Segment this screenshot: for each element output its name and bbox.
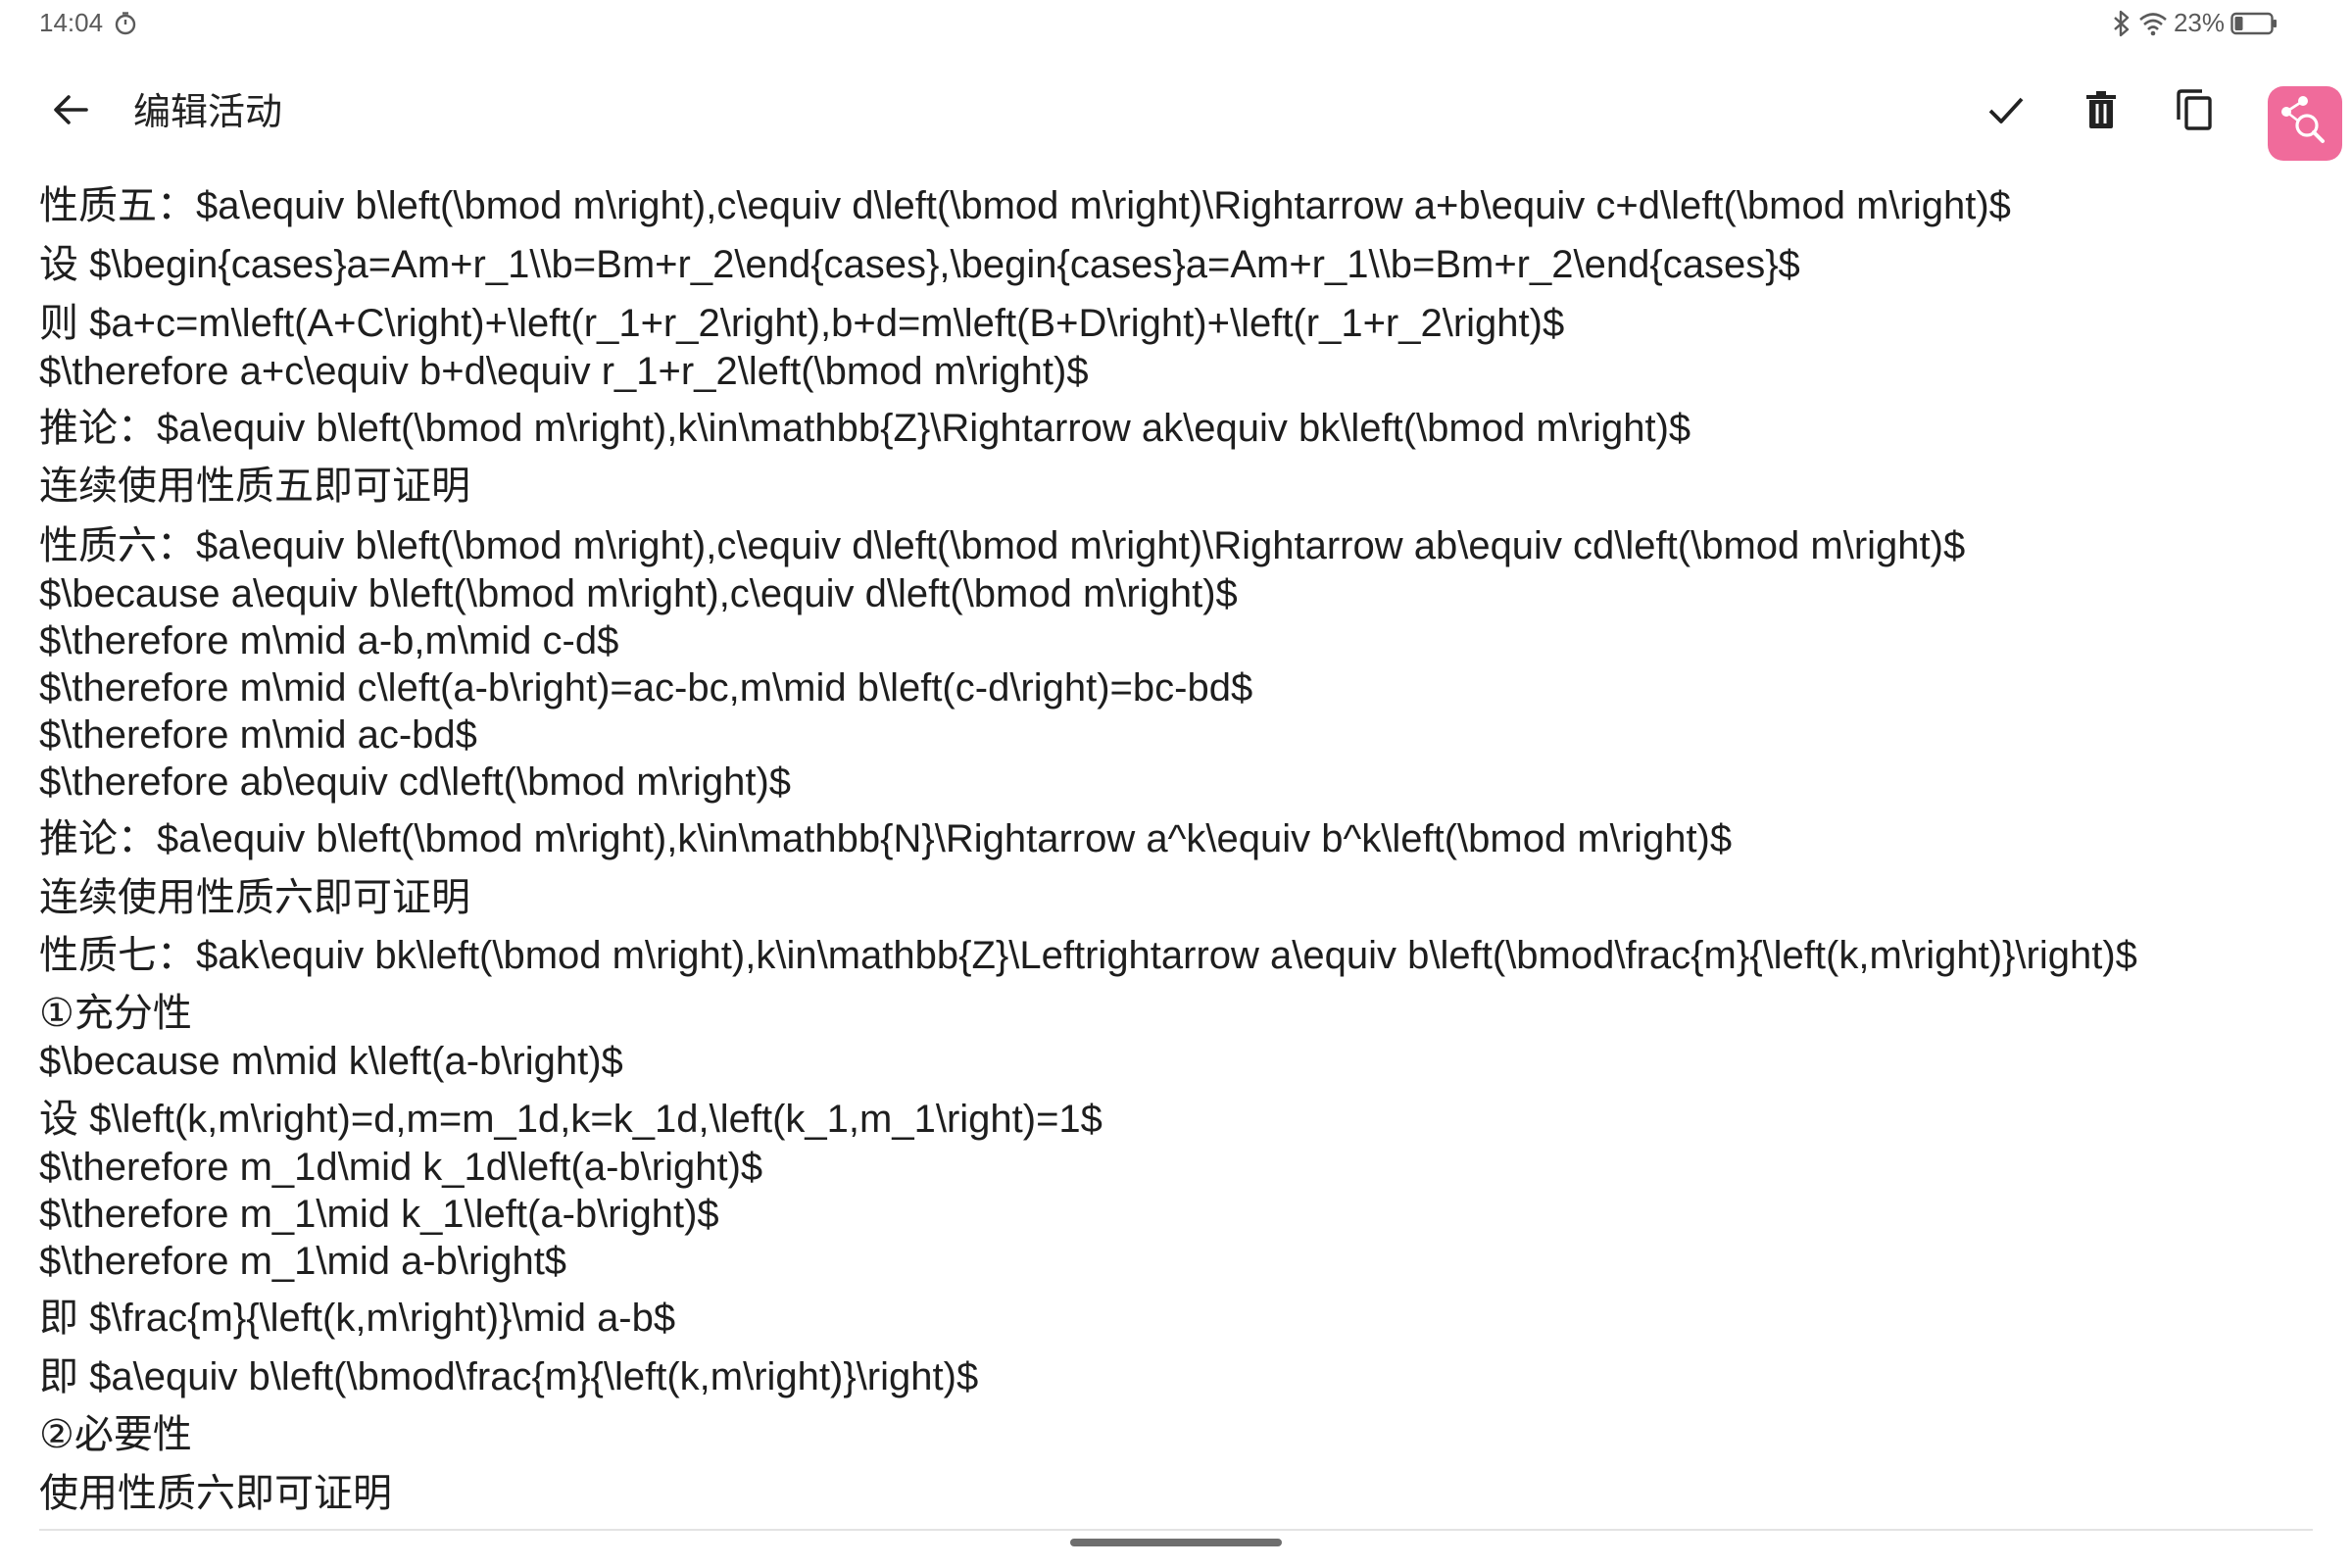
editor-line[interactable]: $\therefore m\mid c\left(a-b\right)=ac-b…	[39, 664, 1252, 711]
check-icon	[1986, 90, 2026, 133]
share-search-button[interactable]	[2268, 86, 2342, 161]
back-button[interactable]	[45, 86, 96, 137]
battery-text: 23%	[2173, 8, 2225, 37]
editor-line[interactable]: 推论：$a\equiv b\left(\bmod m\right),k\in\m…	[39, 815, 1732, 862]
editor-line[interactable]: 性质六：$a\equiv b\left(\bmod m\right),c\equ…	[39, 522, 1965, 569]
confirm-button[interactable]	[1979, 84, 2034, 139]
editor-line[interactable]: 推论：$a\equiv b\left(\bmod m\right),k\in\m…	[39, 405, 1690, 452]
gesture-nav-handle[interactable]	[1070, 1539, 1282, 1546]
page-title: 编辑活动	[133, 90, 283, 133]
editor-line[interactable]: 即 $a\equiv b\left(\bmod\frac{m}{\left(k,…	[39, 1353, 978, 1400]
battery-icon	[2230, 11, 2278, 36]
wifi-icon	[2138, 11, 2168, 36]
copy-icon	[2175, 88, 2214, 135]
status-bar: 14:04 23%	[0, 0, 2352, 49]
delete-icon	[2083, 90, 2119, 133]
editor-line[interactable]: $\therefore m\mid a-b,m\mid c-d$	[39, 617, 618, 664]
editor-line[interactable]: $\therefore m_1\mid k_1\left(a-b\right)$	[39, 1191, 719, 1238]
editor-line[interactable]: $\therefore m\mid ac-bd$	[39, 711, 477, 759]
status-left: 14:04	[39, 8, 138, 38]
editor-line[interactable]: 即 $\frac{m}{\left(k,m\right)}\mid a-b$	[39, 1295, 675, 1342]
editor-line[interactable]: 设 $\begin{cases}a=Am+r_1\\b=Bm+r_2\end{c…	[39, 241, 1800, 288]
status-time: 14:04	[39, 8, 104, 37]
editor-line[interactable]: $\because a\equiv b\left(\bmod m\right),…	[39, 570, 1238, 617]
editor-line[interactable]: 设 $\left(k,m\right)=d,m=m_1d,k=k_1d,\lef…	[39, 1096, 1102, 1143]
editor-line[interactable]: 连续使用性质五即可证明	[39, 463, 470, 510]
back-arrow-icon	[51, 90, 90, 133]
editor-line[interactable]: ②必要性	[39, 1411, 192, 1458]
app-bar: 编辑活动	[0, 73, 2352, 161]
editor-line[interactable]: ①充分性	[39, 990, 192, 1037]
editor-line[interactable]: 则 $a+c=m\left(A+C\right)+\left(r_1+r_2\r…	[39, 300, 1564, 347]
editor-line[interactable]: $\therefore m_1\mid a-b\right$	[39, 1238, 566, 1285]
status-right: 23%	[2111, 8, 2278, 38]
editor-line[interactable]: $\therefore a+c\equiv b+d\equiv r_1+r_2\…	[39, 348, 1089, 395]
timer-icon	[113, 11, 138, 36]
screen: 14:04 23% 编辑活动 性质五：$a\equiv b\left(\bmod…	[0, 0, 2352, 1568]
editor-line[interactable]: $\therefore m_1d\mid k_1d\left(a-b\right…	[39, 1144, 762, 1191]
copy-button[interactable]	[2167, 84, 2222, 139]
editor-line[interactable]: $\because m\mid k\left(a-b\right)$	[39, 1038, 623, 1085]
editor-line[interactable]: 使用性质六即可证明	[39, 1470, 392, 1517]
bluetooth-icon	[2111, 10, 2132, 37]
delete-button[interactable]	[2074, 84, 2129, 139]
editor-line[interactable]: 连续使用性质六即可证明	[39, 874, 470, 921]
share-search-icon	[2278, 94, 2332, 153]
editor-bottom-divider	[39, 1529, 2313, 1531]
editor-line[interactable]: 性质五：$a\equiv b\left(\bmod m\right),c\equ…	[39, 182, 2011, 229]
editor-line[interactable]: $\therefore ab\equiv cd\left(\bmod m\rig…	[39, 759, 791, 806]
editor-line[interactable]: 性质七：$ak\equiv bk\left(\bmod m\right),k\i…	[39, 932, 2137, 979]
note-editor[interactable]: 性质五：$a\equiv b\left(\bmod m\right),c\equ…	[39, 176, 2332, 1529]
